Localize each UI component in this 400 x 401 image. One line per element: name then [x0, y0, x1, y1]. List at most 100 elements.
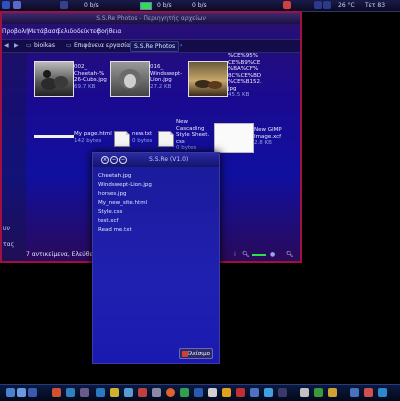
- xcf-file-icon[interactable]: [214, 123, 254, 153]
- txt-file-icon[interactable]: [114, 131, 130, 147]
- app-icon[interactable]: [278, 388, 287, 397]
- clock[interactable]: Τετ 83: [365, 0, 385, 11]
- list-item[interactable]: Windswept-Lion.jpg: [98, 182, 152, 188]
- breadcrumb-home[interactable]: bioikas: [34, 40, 55, 52]
- back-arrow-icon[interactable]: ◀: [4, 40, 9, 52]
- cpu-meter: [140, 2, 152, 10]
- file-item-cheetah[interactable]: 002_ Cheetah-% 26-Cubs.jpg 69.7 KB: [74, 64, 110, 90]
- app-icon[interactable]: [80, 388, 89, 397]
- net-up-readout: 0 b/s: [157, 2, 172, 9]
- lion-thumbnail[interactable]: [110, 61, 150, 97]
- horses-thumbnail[interactable]: [188, 61, 228, 97]
- side-pane: υν τας: [2, 53, 26, 261]
- app-icon[interactable]: [96, 388, 105, 397]
- app-icon[interactable]: [222, 388, 231, 397]
- file-size: 27.2 KB: [150, 83, 172, 90]
- close-button[interactable]: Κλείσιμο: [179, 348, 213, 359]
- file-item-horses[interactable]: %CE%95% CE%B9%CE %BA%CF% 8C%CE%BD %CE%B1…: [228, 53, 284, 99]
- minimize-icon[interactable]: −: [110, 156, 118, 164]
- menu-item-go[interactable]: Μετάβαση: [28, 26, 59, 37]
- app-icon[interactable]: [236, 388, 245, 397]
- app-icon[interactable]: [208, 388, 217, 397]
- folder-icon: ▭: [66, 42, 72, 49]
- app-icon[interactable]: [180, 388, 189, 397]
- list-item[interactable]: test.xcf: [98, 218, 118, 224]
- list-item[interactable]: horses.jpg: [98, 191, 127, 197]
- app-icon[interactable]: [378, 388, 387, 397]
- window-titlebar[interactable]: S.S.Re Photos - Περιηγητής αρχείων: [2, 13, 300, 24]
- forward-arrow-icon[interactable]: ▶: [14, 40, 19, 52]
- location-bar: ◀ ▶ ▭ bioikas ▭ Επιφάνεια εργασίας S.S.R…: [2, 39, 300, 53]
- file-size: 69.7 KB: [74, 83, 96, 90]
- close-button-label: Κλείσιμο: [186, 351, 210, 357]
- chevron-right-icon[interactable]: ›: [180, 40, 182, 52]
- app-icon[interactable]: [350, 388, 359, 397]
- file-name: 016_ Windswept- Lion.jpg: [150, 64, 183, 83]
- terminal-icon[interactable]: [60, 1, 68, 9]
- net-down-readout: 0 b/s: [84, 2, 99, 9]
- file-size: 45.5 KB: [228, 92, 250, 98]
- file-name: New GIMP Image.xcf: [254, 127, 282, 140]
- menu-bar: Προβολή Μετάβαση Σελιδοδείκτες Βοήθεια: [2, 26, 300, 37]
- list-item[interactable]: Style.css: [98, 209, 122, 215]
- close-icon: [182, 351, 188, 357]
- menu-item-bookmarks[interactable]: Σελιδοδείκτες: [57, 26, 100, 37]
- dialog-title: S.S.Re (V1.0): [149, 156, 189, 163]
- file-item-css[interactable]: New Cascading Style Sheet. css 0 bytes: [176, 119, 214, 152]
- app-icon[interactable]: [28, 388, 37, 397]
- app-icon[interactable]: [124, 388, 133, 397]
- zoom-slider[interactable]: [252, 254, 266, 256]
- cheetah-thumbnail[interactable]: [34, 61, 74, 97]
- app-icon[interactable]: [152, 388, 161, 397]
- app-icon[interactable]: [300, 388, 309, 397]
- app-icon[interactable]: [66, 388, 75, 397]
- app-icon[interactable]: [314, 388, 323, 397]
- sidebar-item-1[interactable]: υν: [3, 225, 10, 232]
- list-item[interactable]: My_new_site.html: [98, 200, 147, 206]
- css-file-icon[interactable]: [158, 131, 174, 147]
- temperature-readout: 26 °C: [338, 2, 355, 9]
- flag-icon[interactable]: [283, 1, 291, 9]
- folder-icon: ▭: [26, 42, 32, 49]
- app-icon[interactable]: [17, 388, 26, 397]
- menu-icon[interactable]: [2, 1, 10, 9]
- volume-icon[interactable]: [314, 1, 322, 9]
- list-item[interactable]: Read me.txt: [98, 227, 132, 233]
- app-icon[interactable]: [138, 388, 147, 397]
- menu-item-help[interactable]: Βοήθεια: [97, 26, 122, 37]
- maximize-icon[interactable]: −: [119, 156, 127, 164]
- list-item[interactable]: Cheetah.jpg: [98, 173, 131, 179]
- app-icon[interactable]: [194, 388, 203, 397]
- separator-icon: ⁞: [234, 251, 236, 258]
- browser-icon[interactable]: [166, 388, 175, 397]
- zoom-out-icon[interactable]: 🔍︎: [242, 249, 250, 261]
- file-size: 0 bytes: [176, 145, 197, 151]
- app-launcher-icon[interactable]: [13, 1, 21, 9]
- zoom-handle-icon[interactable]: ●: [270, 249, 275, 261]
- ssre-dialog: × − − S.S.Re (V1.0) Cheetah.jpg Windswep…: [92, 152, 220, 364]
- file-list[interactable]: Cheetah.jpg Windswept-Lion.jpg horses.jp…: [97, 173, 215, 333]
- dialog-titlebar[interactable]: × − − S.S.Re (V1.0): [93, 153, 219, 167]
- breadcrumb-desktop[interactable]: Επιφάνεια εργασίας: [74, 40, 134, 52]
- app-icon[interactable]: [110, 388, 119, 397]
- app-icon[interactable]: [52, 388, 61, 397]
- window-title: S.S.Re Photos - Περιηγητής αρχείων: [96, 15, 206, 22]
- app-icon[interactable]: [250, 388, 259, 397]
- net-extra-readout: 0 b/s: [192, 2, 207, 9]
- file-name: 002_ Cheetah-% 26-Cubs.jpg: [74, 64, 107, 83]
- sidebar-item-2[interactable]: τας: [3, 241, 14, 248]
- file-name: %CE%95% CE%B9%CE %BA%CF% 8C%CE%BD %CE%B1…: [228, 53, 262, 92]
- network-icon[interactable]: [323, 1, 331, 9]
- file-item-xcf[interactable]: New GIMP Image.xcf 2.8 KB: [254, 127, 300, 147]
- taskbar-dock: [0, 384, 400, 401]
- file-item-lion[interactable]: 016_ Windswept- Lion.jpg 27.2 KB: [150, 64, 190, 90]
- menu-item-view[interactable]: Προβολή: [2, 26, 29, 37]
- close-icon[interactable]: ×: [101, 156, 109, 164]
- app-icon[interactable]: [6, 388, 15, 397]
- app-icon[interactable]: [364, 388, 373, 397]
- app-icon[interactable]: [328, 388, 337, 397]
- zoom-in-icon[interactable]: 🔍︎: [286, 249, 294, 261]
- app-icon[interactable]: [264, 388, 273, 397]
- breadcrumb-current[interactable]: S.S.Re Photos: [130, 41, 180, 52]
- html-file-icon[interactable]: [34, 135, 74, 138]
